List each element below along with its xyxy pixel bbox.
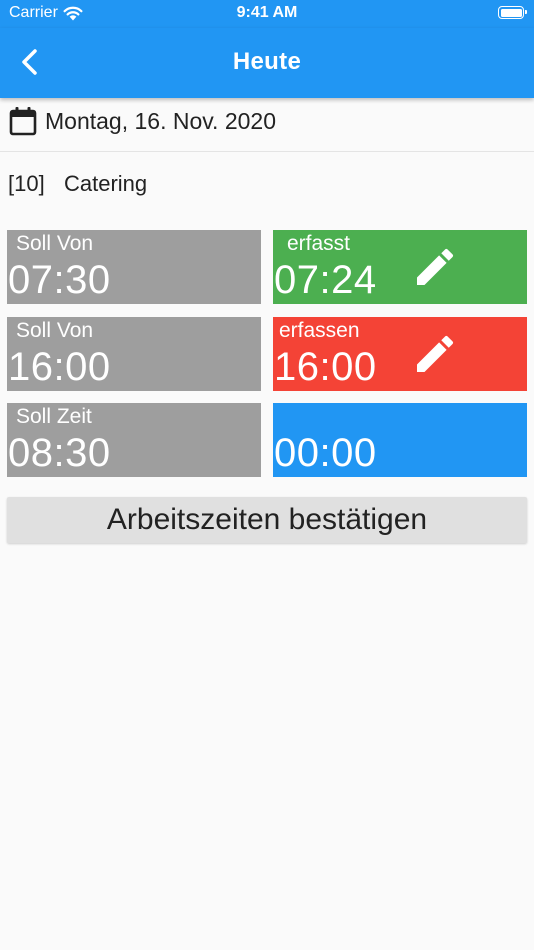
tile-value: 08:30 [8, 431, 111, 475]
app-bar: Heute [0, 28, 534, 98]
pencil-icon[interactable] [411, 243, 459, 291]
tile-label: Soll Von [16, 319, 94, 342]
date-row: Montag, 16. Nov. 2020 [0, 98, 534, 152]
planned-duration-tile: Soll Zeit 08:30 [7, 403, 261, 477]
status-bar: Carrier 9:41 AM [0, 0, 534, 28]
tile-value: 00:00 [274, 431, 377, 475]
project-id: [10] [8, 171, 45, 196]
planned-start-tile: Soll Von 07:30 [7, 230, 261, 304]
pencil-icon[interactable] [411, 330, 459, 378]
battery-icon [498, 6, 527, 19]
tile-label: Soll Zeit [16, 405, 92, 428]
tile-value: 16:00 [8, 345, 111, 389]
planned-end-tile: Soll Von 16:00 [7, 317, 261, 391]
project-row: [10] Catering [0, 152, 534, 214]
date-label: Montag, 16. Nov. 2020 [45, 108, 276, 134]
status-time: 9:41 AM [236, 4, 298, 21]
tile-value: 07:24 [274, 258, 377, 302]
confirm-work-times-button[interactable]: Arbeitszeiten bestätigen [7, 497, 527, 543]
tile-value: 07:30 [8, 258, 111, 302]
tile-label: Soll Von [16, 232, 94, 255]
recorded-start-tile[interactable]: erfasst 07:24 [273, 230, 527, 304]
tile-value: 16:00 [274, 345, 377, 389]
recorded-duration-tile: 00:00 [273, 403, 527, 477]
calendar-icon [9, 107, 37, 136]
tile-label: erfassen [279, 319, 360, 342]
project-name: Catering [64, 171, 148, 196]
record-end-tile[interactable]: erfassen 16:00 [273, 317, 527, 391]
tile-label: erfasst [287, 232, 351, 255]
page-title: Heute [232, 48, 302, 75]
